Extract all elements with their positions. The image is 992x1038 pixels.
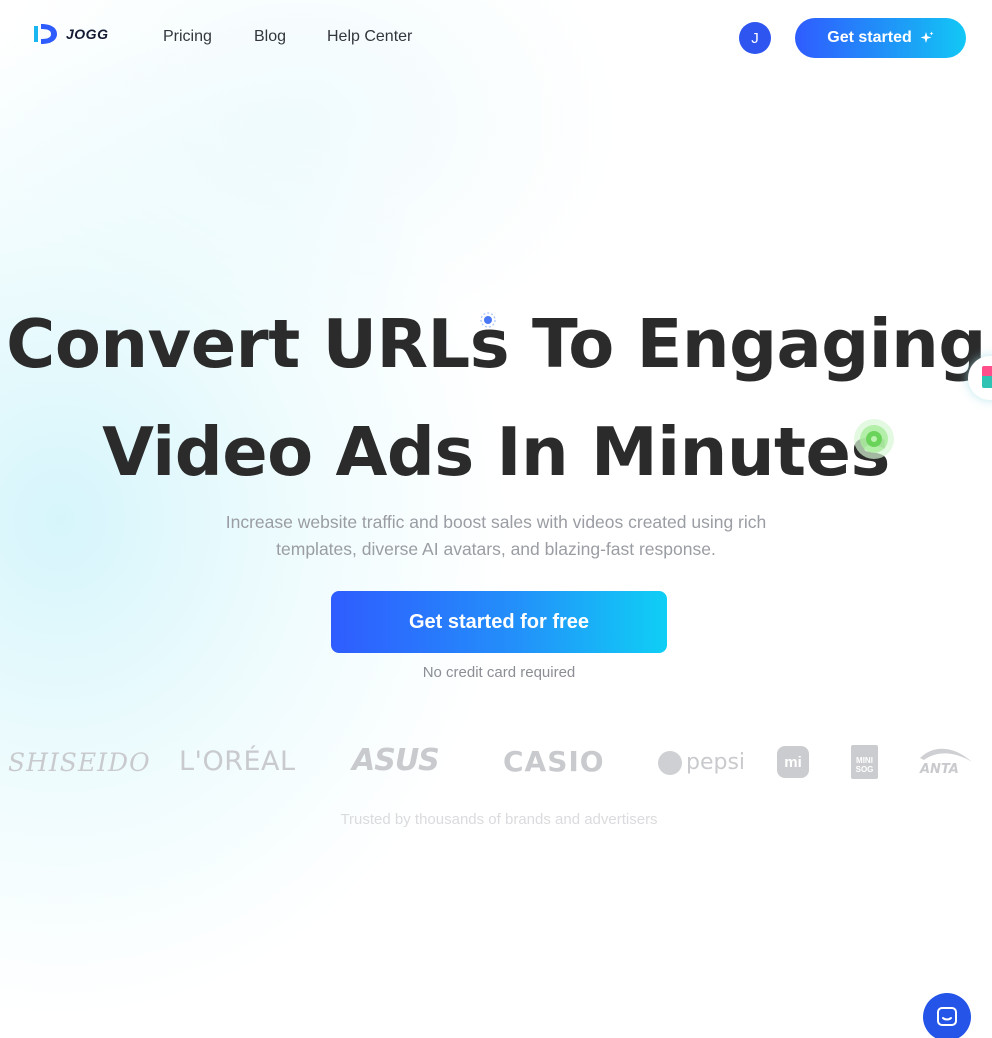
anta-text: ANTA xyxy=(920,762,959,777)
no-credit-card-note: No credit card required xyxy=(422,664,576,681)
chat-launcher-button[interactable] xyxy=(923,993,971,1038)
blue-sparkle-icon xyxy=(480,312,496,328)
brand-logo-anta: ANTA xyxy=(918,744,974,780)
brand-logo-xiaomi: mi xyxy=(777,746,809,778)
minisog-line-1: MINI xyxy=(856,756,873,765)
get-started-button[interactable]: Get started xyxy=(795,18,966,58)
green-glow-icon xyxy=(854,419,894,459)
brand-logo-minisog: MINI SOG xyxy=(851,745,878,779)
jogg-logo[interactable]: JOGG xyxy=(31,20,108,48)
brand-logo-loreal: L'ORÉAL xyxy=(179,746,296,777)
jogg-logo-icon xyxy=(34,24,57,44)
brand-logo-pepsi: pepsi xyxy=(658,750,745,775)
get-started-label: Get started xyxy=(827,29,912,46)
nav-link-help-center[interactable]: Help Center xyxy=(327,28,412,46)
top-nav: JOGG Pricing Blog Help Center J Get star… xyxy=(0,0,992,76)
hero-title-line-2: Video Ads In Minutes xyxy=(102,413,890,491)
hero-subtitle-line-2: templates, diverse AI avatars, and blazi… xyxy=(276,539,716,559)
chat-icon xyxy=(937,1007,957,1026)
user-avatar[interactable]: J xyxy=(739,22,771,54)
get-started-free-label: Get started for free xyxy=(408,610,590,633)
anta-swoosh-icon xyxy=(920,748,972,762)
hero-subtitle-line-1: Increase website traffic and boost sales… xyxy=(225,512,767,532)
nav-link-pricing[interactable]: Pricing xyxy=(163,28,212,46)
pepsi-globe-icon xyxy=(658,750,682,775)
trusted-by-text: Trusted by thousands of brands and adver… xyxy=(340,811,658,828)
pepsi-text: pepsi xyxy=(686,750,746,775)
sparkle-icon xyxy=(920,31,934,43)
hero-subtitle: Increase website traffic and boost sales… xyxy=(180,509,812,563)
xiaomi-text: mi xyxy=(784,753,802,771)
minisog-line-2: SOG xyxy=(855,765,874,774)
brand-logo-asus: ASUS xyxy=(352,743,440,778)
brand-logo-casio: CASIO xyxy=(503,745,605,778)
get-started-free-button[interactable]: Get started for free xyxy=(331,591,667,653)
page: JOGG Pricing Blog Help Center J Get star… xyxy=(0,0,992,1038)
avatar-initial: J xyxy=(751,29,759,47)
brand-logo-shiseido: SHISEIDO xyxy=(8,748,151,777)
nav-link-blog[interactable]: Blog xyxy=(254,28,286,46)
logo-text: JOGG xyxy=(66,26,109,42)
minisog-text: MINI SOG xyxy=(856,756,874,774)
